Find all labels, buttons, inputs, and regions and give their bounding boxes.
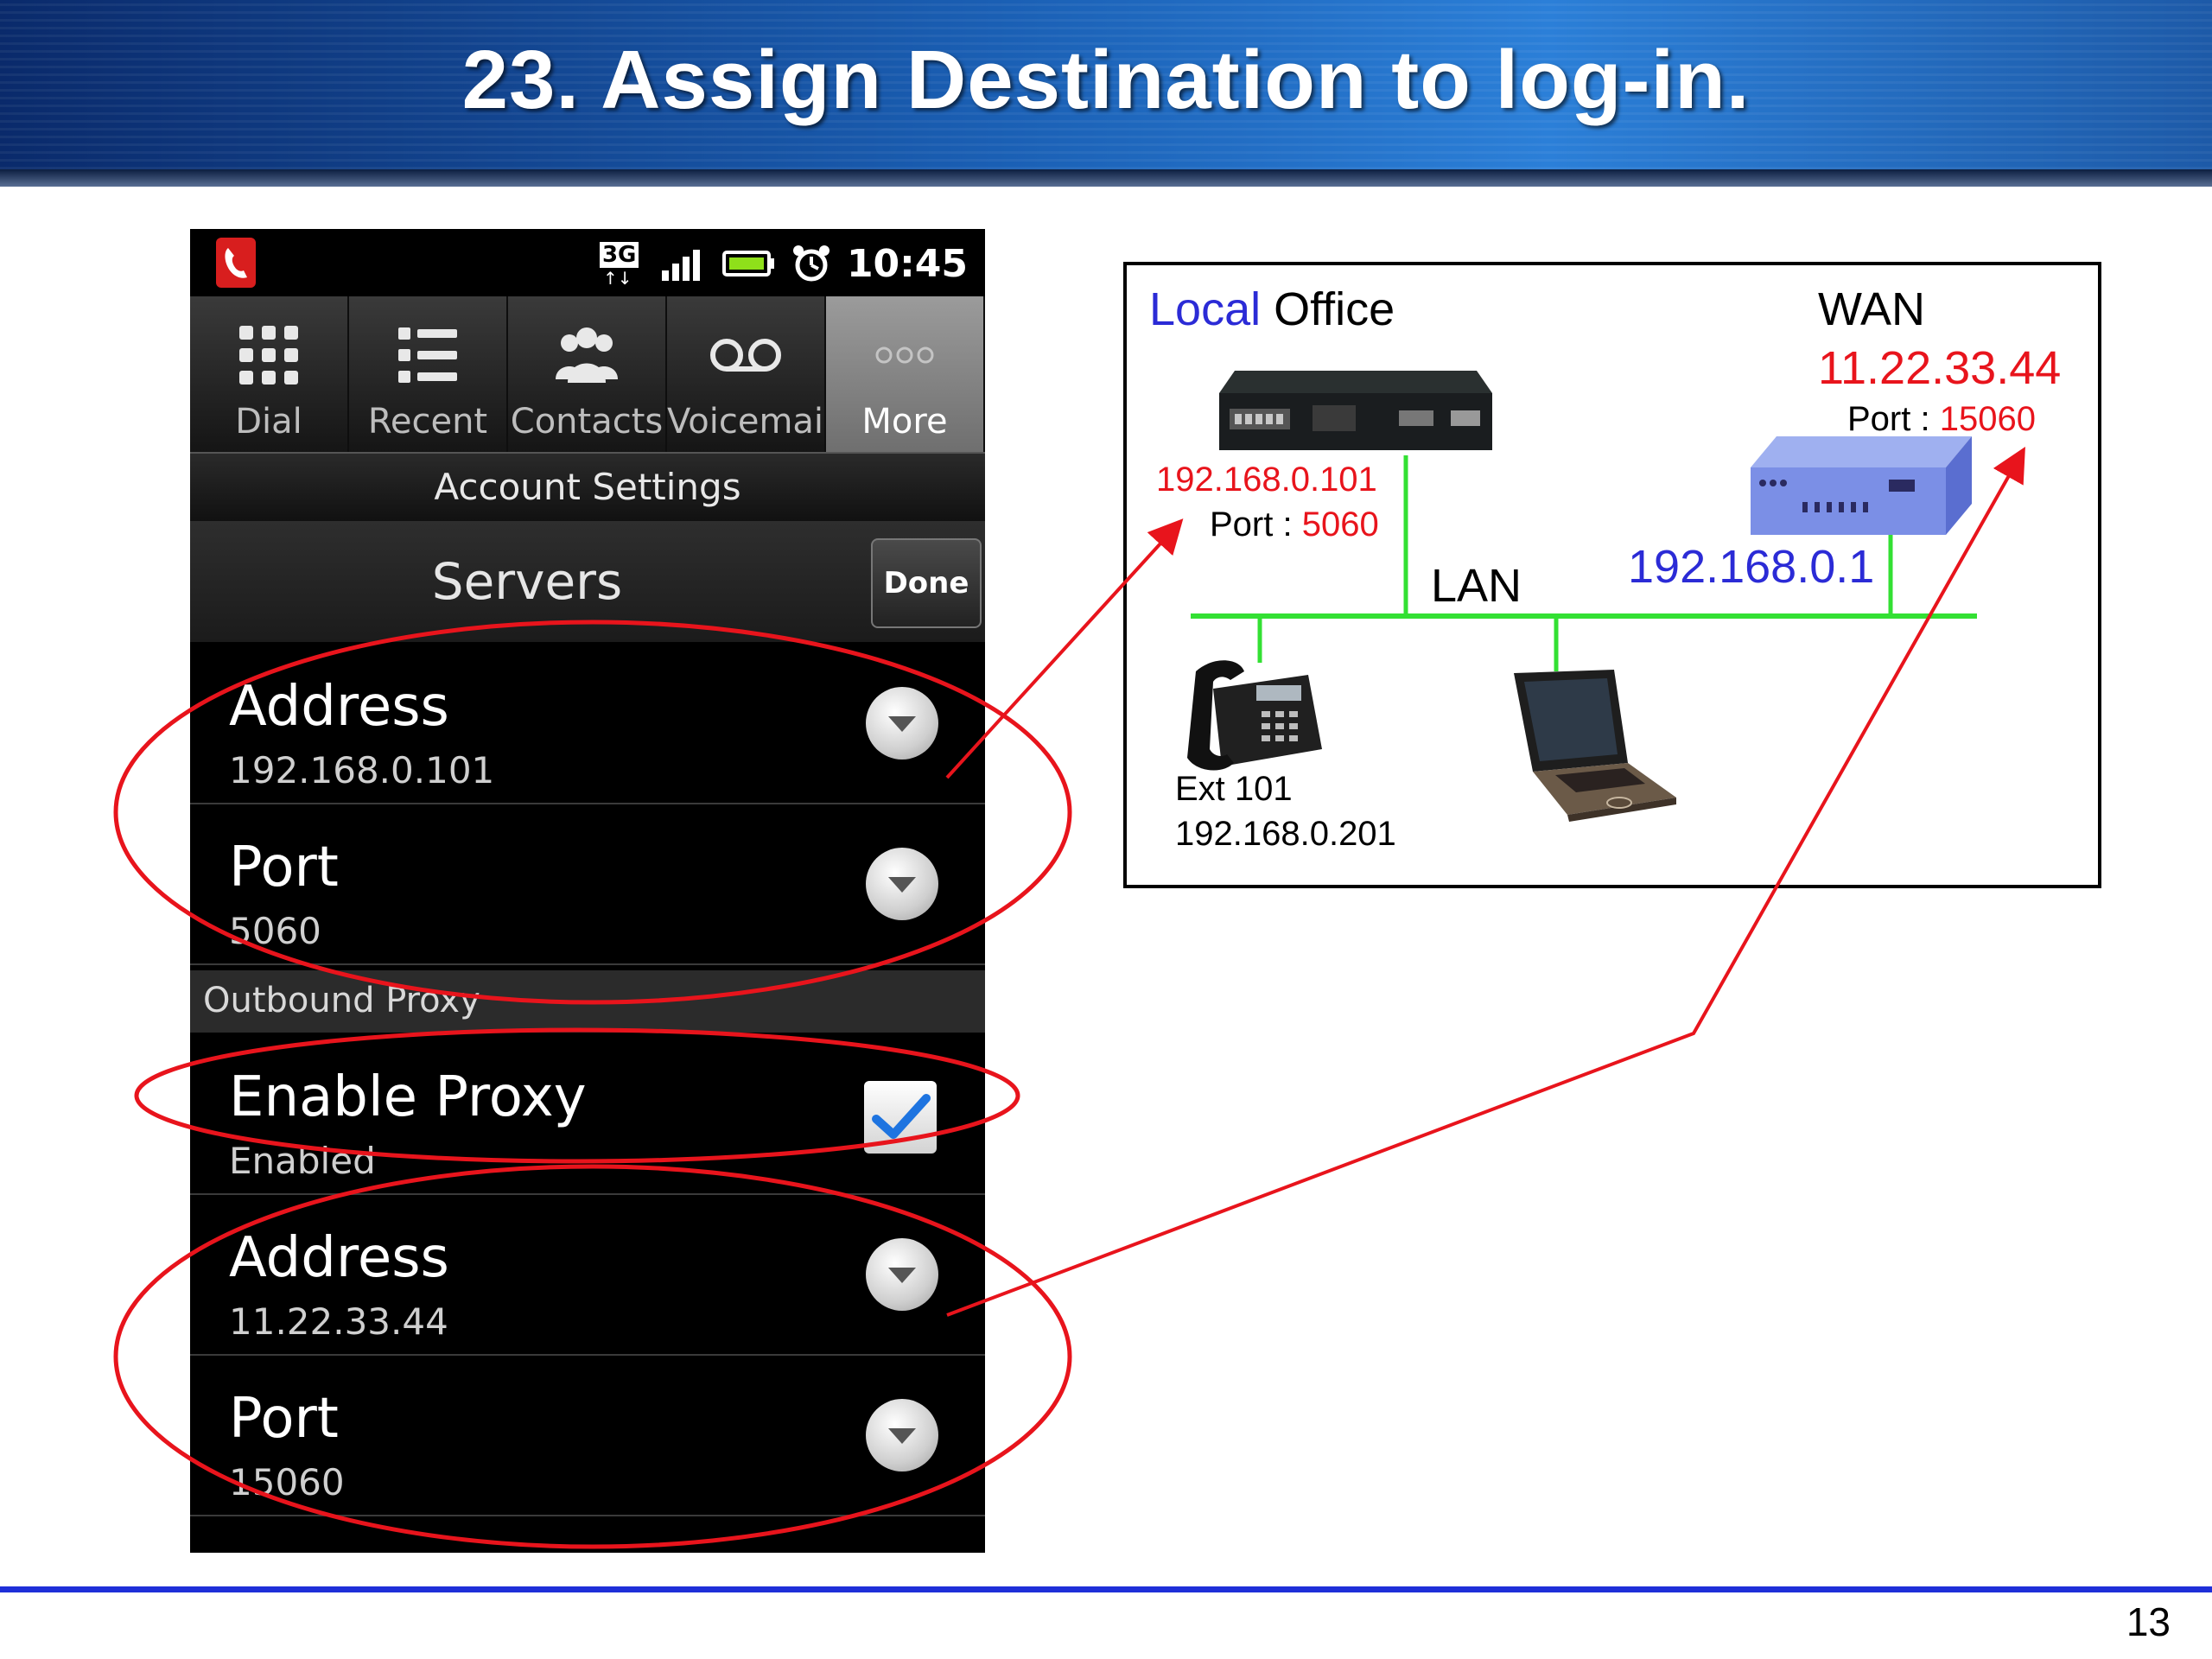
list-icon	[398, 327, 457, 383]
setting-title: Address	[229, 675, 449, 739]
tab-recent[interactable]: Recent	[349, 296, 508, 452]
wan-port-value: 15060	[1939, 400, 2036, 438]
setting-value: 192.168.0.101	[229, 749, 495, 791]
dropdown-chevron-icon[interactable]	[866, 1238, 938, 1311]
status-time: 10:45	[846, 241, 968, 286]
signal-icon	[661, 250, 700, 281]
setting-title: Enable Proxy	[229, 1065, 587, 1129]
router-device-icon	[1751, 436, 1972, 535]
wan-port-label: Port :	[1847, 400, 1940, 438]
server-address-setting[interactable]: Address 192.168.0.101	[190, 644, 985, 804]
header-underline	[0, 169, 2212, 187]
account-settings-title: Account Settings	[434, 466, 741, 508]
proxy-address-setting[interactable]: Address 11.22.33.44	[190, 1195, 985, 1356]
proxy-port-setting[interactable]: Port 15060	[190, 1356, 985, 1516]
tab-more[interactable]: More	[826, 296, 985, 452]
dropdown-chevron-icon[interactable]	[866, 687, 938, 760]
dial-grid-icon	[239, 326, 298, 385]
status-bar: 3G ↑↓ 10:45	[190, 229, 985, 296]
slide-title: 23. Assign Destination to log-in.	[461, 34, 1751, 126]
ext-label: Ext 101	[1175, 770, 1293, 808]
setting-value: Enabled	[229, 1140, 376, 1182]
tab-label: Contacts	[510, 402, 664, 442]
ext-ip: 192.168.0.201	[1175, 815, 1396, 853]
lan-label: LAN	[1431, 560, 1522, 612]
pbx-ip: 192.168.0.101	[1156, 461, 1377, 499]
servers-title: Servers	[431, 552, 623, 611]
more-icon	[875, 346, 934, 364]
voicemail-icon	[710, 339, 781, 372]
pbx-port-value: 5060	[1301, 505, 1379, 543]
setting-title: Port	[229, 1387, 339, 1451]
enable-proxy-checkbox[interactable]	[864, 1081, 937, 1154]
phone-screen: 3G ↑↓ 10:45 Dial Recent Contacts Voicema…	[190, 229, 985, 1553]
setting-value: 15060	[229, 1461, 345, 1503]
laptop-icon	[1514, 670, 1676, 822]
office-label: Office	[1274, 283, 1395, 335]
tab-label: Dial	[235, 402, 302, 442]
dropdown-chevron-icon[interactable]	[866, 848, 938, 920]
checkmark-icon	[872, 1094, 931, 1139]
alarm-icon	[792, 245, 830, 282]
network-type: 3G	[599, 242, 639, 268]
enable-proxy-setting[interactable]: Enable Proxy Enabled	[190, 1034, 985, 1195]
pbx-port-label: Port :	[1210, 505, 1302, 543]
desk-phone-icon	[1187, 660, 1322, 771]
status-icons: 3G ↑↓ 10:45	[598, 239, 968, 289]
local-label: Local	[1149, 283, 1262, 335]
servers-header: Servers Done	[190, 521, 985, 642]
wan-ip: 11.22.33.44	[1818, 342, 2062, 394]
pbx-device-icon	[1219, 371, 1492, 450]
tab-label: Recent	[367, 402, 488, 442]
tab-voicemail[interactable]: Voicemail	[667, 296, 834, 452]
tab-label: More	[861, 402, 948, 442]
router-ip: 192.168.0.1	[1628, 541, 1875, 593]
setting-value: 11.22.33.44	[229, 1300, 448, 1343]
tab-label: Voicemail	[667, 402, 834, 442]
outbound-proxy-header: Outbound Proxy	[190, 970, 985, 1033]
battery-icon	[721, 251, 774, 276]
wan-label: WAN	[1818, 283, 1925, 335]
phone-app-icon	[216, 238, 256, 288]
done-button[interactable]: Done	[871, 538, 982, 628]
setting-title: Port	[229, 836, 339, 899]
setting-title: Address	[229, 1226, 449, 1290]
dropdown-chevron-icon[interactable]	[866, 1399, 938, 1471]
server-port-setting[interactable]: Port 5060	[190, 804, 985, 965]
tab-bar: Dial Recent Contacts Voicemail More	[190, 296, 985, 452]
network-3g-icon: 3G ↑↓	[598, 242, 645, 289]
pbx-port: Port : 5060	[1210, 505, 1379, 544]
wan-port: Port : 15060	[1847, 400, 2036, 439]
page-number: 13	[2126, 1599, 2171, 1644]
account-settings-bar: Account Settings	[190, 452, 985, 523]
footer-line	[0, 1586, 2212, 1592]
local-office-label: Local Office	[1149, 283, 1395, 336]
section-title: Outbound Proxy	[203, 981, 480, 1020]
tab-contacts[interactable]: Contacts	[508, 296, 667, 452]
tab-dial[interactable]: Dial	[190, 296, 349, 452]
network-diagram: Local Office WAN 11.22.33.44 Port : 1506…	[1123, 262, 2101, 888]
setting-value: 5060	[229, 910, 321, 952]
contacts-icon	[556, 327, 618, 383]
